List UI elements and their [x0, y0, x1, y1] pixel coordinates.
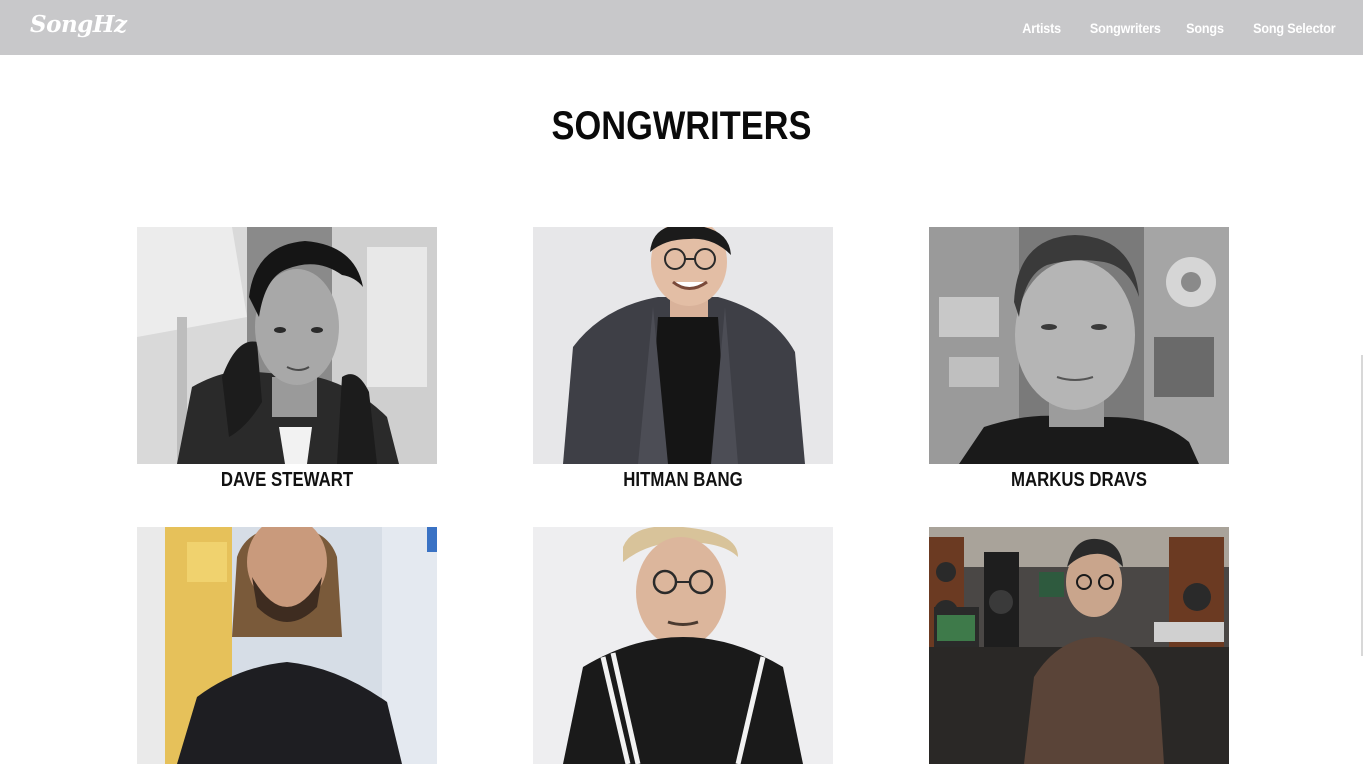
songwriter-name[interactable]: MARKUS DRAVS — [953, 465, 1205, 495]
songwriter-photo[interactable] — [137, 227, 437, 464]
songwriter-name[interactable]: DAVE STEWART — [161, 465, 413, 495]
songwriter-name[interactable]: HITMAN BANG — [557, 465, 809, 495]
nav-link-songs[interactable]: Songs — [1186, 20, 1224, 36]
songwriter-photo[interactable] — [929, 227, 1229, 464]
nav-link-songwriters[interactable]: Songwriters — [1090, 20, 1161, 36]
songwriter-photo[interactable] — [533, 527, 833, 764]
nav-link-artists[interactable]: Artists — [1022, 20, 1061, 36]
songwriter-photo[interactable] — [929, 527, 1229, 764]
songwriter-photo[interactable] — [533, 227, 833, 464]
nav-links: Artists Songwriters Songs Song Selector — [1018, 0, 1336, 55]
nav-link-song-selector[interactable]: Song Selector — [1254, 20, 1337, 36]
page-title: SONGWRITERS — [551, 104, 812, 148]
top-navbar: SongHz Artists Songwriters Songs Song Se… — [0, 0, 1363, 55]
songwriter-photo[interactable] — [137, 527, 437, 764]
songhz-logo[interactable]: SongHz — [30, 11, 127, 38]
